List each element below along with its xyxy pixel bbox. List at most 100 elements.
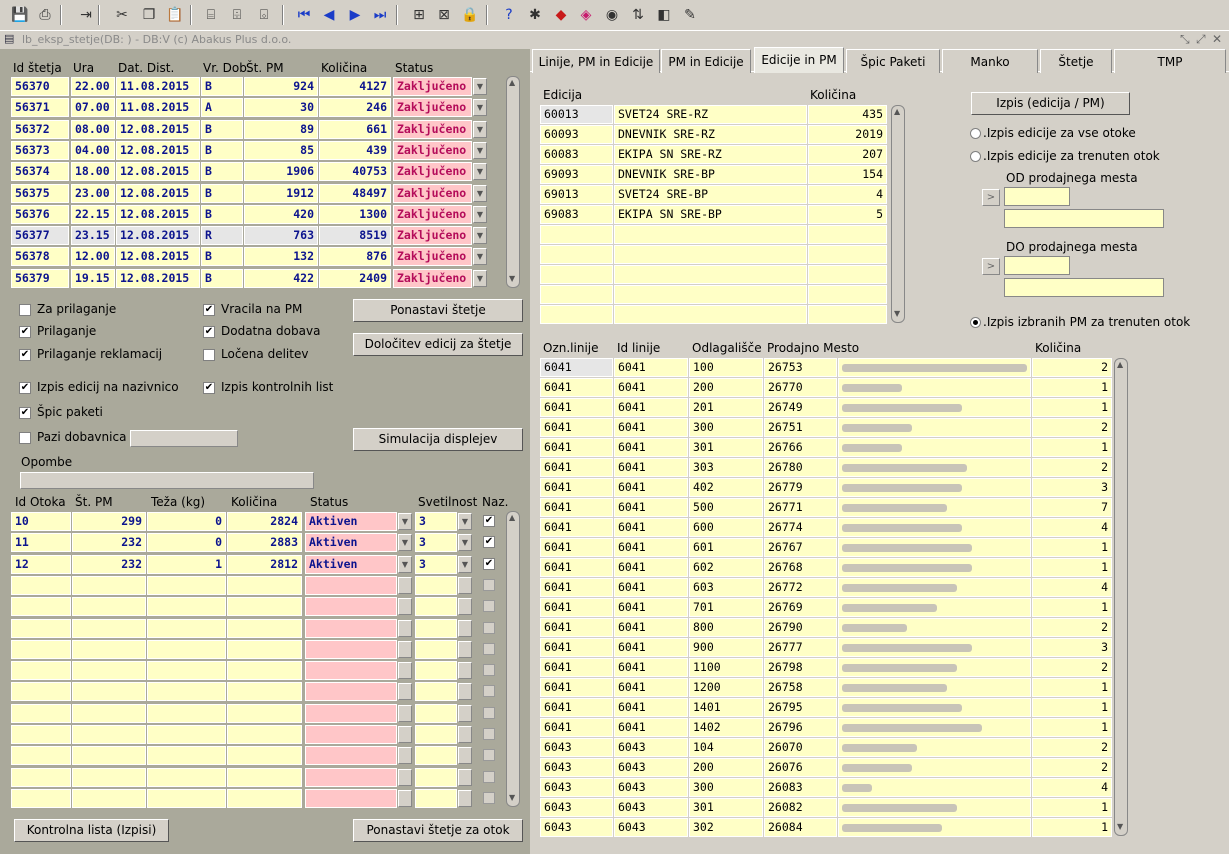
pm-odlagalisce-cell[interactable]: 602 <box>689 558 763 577</box>
pm-id-linije-cell[interactable]: 6041 <box>614 578 688 597</box>
trenuten-otok-radio[interactable] <box>970 151 981 162</box>
count-datum-cell[interactable]: 12.08.2015 <box>116 119 200 139</box>
query-enter-icon[interactable]: ⌸ <box>199 4 223 26</box>
pm-kolicina-cell[interactable]: 2 <box>1032 658 1112 677</box>
count-ura-cell[interactable]: 04.00 <box>71 140 115 160</box>
island-teza-cell[interactable] <box>147 725 226 744</box>
island-teza-cell[interactable] <box>147 597 226 617</box>
count-datum-cell[interactable]: 12.08.2015 <box>116 183 200 203</box>
edition-code-cell[interactable]: 69093 <box>540 165 613 184</box>
count-vrsta-cell[interactable]: B <box>201 247 243 267</box>
edition-qty-cell[interactable] <box>808 225 887 244</box>
island-st-pm-cell[interactable]: 299 <box>72 512 146 531</box>
count-st-pm-cell[interactable]: 1906 <box>244 162 318 182</box>
island-st-pm-cell[interactable] <box>72 661 146 681</box>
simulacija-button[interactable]: Simulacija displejev <box>353 428 523 451</box>
spic-paketi-checkbox[interactable]: ✔ <box>19 407 31 419</box>
pm-pm-id-cell[interactable]: 26083 <box>764 778 837 797</box>
island-naz-checkbox[interactable] <box>483 642 495 655</box>
island-svetilnost-cell[interactable] <box>415 575 457 595</box>
delete-record-icon[interactable]: ⊠ <box>432 4 456 26</box>
pm-kolicina-cell[interactable]: 2 <box>1032 618 1112 637</box>
pm-ozn-linije-cell[interactable]: 6041 <box>540 518 613 537</box>
islands-scrollbar[interactable]: ▲ ▼ <box>506 511 520 807</box>
island-id-otoka-cell[interactable] <box>11 725 71 744</box>
island-st-pm-cell[interactable] <box>72 703 146 723</box>
count-ura-cell[interactable]: 18.00 <box>71 162 115 182</box>
pm-odlagalisce-cell[interactable]: 900 <box>689 638 763 657</box>
island-id-otoka-cell[interactable] <box>11 682 71 702</box>
pm-id-linije-cell[interactable]: 6041 <box>614 398 688 417</box>
tab-3[interactable]: Špic Paketi <box>846 49 940 73</box>
pm-odlagalisce-cell[interactable]: 603 <box>689 578 763 597</box>
count-kolicina-cell[interactable]: 246 <box>319 98 391 118</box>
pm-pm-id-cell[interactable]: 26076 <box>764 758 837 777</box>
tool-e-icon[interactable]: ✎ <box>678 4 702 26</box>
pm-pm-id-cell[interactable]: 26753 <box>764 358 837 377</box>
island-st-pm-cell[interactable] <box>72 788 146 808</box>
help-icon[interactable]: ? <box>497 4 521 26</box>
pm-ozn-linije-cell[interactable]: 6041 <box>540 358 613 377</box>
edition-qty-cell[interactable] <box>808 305 887 324</box>
island-svetilnost-cell[interactable] <box>415 618 457 638</box>
island-dropdown-icon[interactable] <box>458 789 472 807</box>
pm-pm-name-cell[interactable] <box>838 418 1031 437</box>
pm-pm-id-cell[interactable]: 26084 <box>764 818 837 837</box>
island-naz-checkbox[interactable] <box>483 621 495 634</box>
island-status-cell[interactable]: Aktiven <box>305 554 397 574</box>
pm-ozn-linije-cell[interactable]: 6041 <box>540 378 613 397</box>
last-record-icon[interactable]: ⏭ <box>368 4 392 26</box>
pm-odlagalisce-cell[interactable]: 200 <box>689 758 763 777</box>
izpis-kontrolnih-checkbox[interactable]: ✔ <box>203 382 215 394</box>
pm-pm-name-cell[interactable] <box>838 538 1031 557</box>
count-datum-cell[interactable]: 12.08.2015 <box>116 268 200 288</box>
island-id-otoka-cell[interactable] <box>11 639 71 659</box>
pm-id-linije-cell[interactable]: 6041 <box>614 458 688 477</box>
opombe-field[interactable] <box>20 472 314 489</box>
count-vrsta-cell[interactable]: B <box>201 268 243 288</box>
prilaganje-checkbox[interactable]: ✔ <box>19 326 31 338</box>
edition-qty-cell[interactable]: 435 <box>808 105 887 124</box>
island-svetilnost-cell[interactable]: 3 <box>415 512 457 531</box>
island-dropdown-icon[interactable] <box>398 789 412 807</box>
count-st-pm-cell[interactable]: 1912 <box>244 183 318 203</box>
pm-kolicina-cell[interactable]: 1 <box>1032 818 1112 837</box>
pm-odlagalisce-cell[interactable]: 800 <box>689 618 763 637</box>
cut-icon[interactable]: ✂ <box>110 4 134 26</box>
dolocitev-button[interactable]: Določitev edicij za štetje <box>353 333 523 356</box>
status-dropdown-icon[interactable]: ▼ <box>473 269 487 287</box>
island-dropdown-icon[interactable] <box>398 704 412 722</box>
pm-pm-name-cell[interactable] <box>838 458 1031 477</box>
pm-ozn-linije-cell[interactable]: 6041 <box>540 678 613 697</box>
edition-code-cell[interactable] <box>540 265 613 284</box>
count-id-cell[interactable]: 56372 <box>11 119 69 139</box>
pm-pm-name-cell[interactable] <box>838 578 1031 597</box>
count-kolicina-cell[interactable]: 2409 <box>319 268 391 288</box>
island-dropdown-icon[interactable]: ▼ <box>398 513 412 530</box>
edition-code-cell[interactable]: 60093 <box>540 125 613 144</box>
count-datum-cell[interactable]: 12.08.2015 <box>116 226 200 246</box>
pm-odlagalisce-cell[interactable]: 1100 <box>689 658 763 677</box>
pm-pm-id-cell[interactable]: 26070 <box>764 738 837 757</box>
pm-ozn-linije-cell[interactable]: 6043 <box>540 758 613 777</box>
pm-pm-id-cell[interactable]: 26766 <box>764 438 837 457</box>
island-dropdown-icon[interactable] <box>398 598 412 616</box>
island-svetilnost-cell[interactable] <box>415 661 457 681</box>
island-naz-checkbox[interactable] <box>483 664 495 677</box>
count-datum-cell[interactable]: 12.08.2015 <box>116 247 200 267</box>
pm-id-linije-cell[interactable]: 6043 <box>614 738 688 757</box>
island-dropdown-icon[interactable] <box>398 619 412 637</box>
count-kolicina-cell[interactable]: 876 <box>319 247 391 267</box>
island-kolicina-cell[interactable]: 2824 <box>227 512 302 531</box>
first-record-icon[interactable]: ⏮ <box>292 4 316 26</box>
pm-kolicina-cell[interactable]: 1 <box>1032 678 1112 697</box>
pm-odlagalisce-cell[interactable]: 300 <box>689 418 763 437</box>
island-svetilnost-cell[interactable] <box>415 639 457 659</box>
pm-pm-name-cell[interactable] <box>838 798 1031 817</box>
pm-pm-id-cell[interactable]: 26751 <box>764 418 837 437</box>
count-vrsta-cell[interactable]: B <box>201 140 243 160</box>
status-dropdown-icon[interactable]: ▼ <box>473 205 487 223</box>
edition-code-cell[interactable] <box>540 305 613 324</box>
island-id-otoka-cell[interactable]: 10 <box>11 512 71 531</box>
scroll-up-icon[interactable]: ▲ <box>509 513 515 522</box>
